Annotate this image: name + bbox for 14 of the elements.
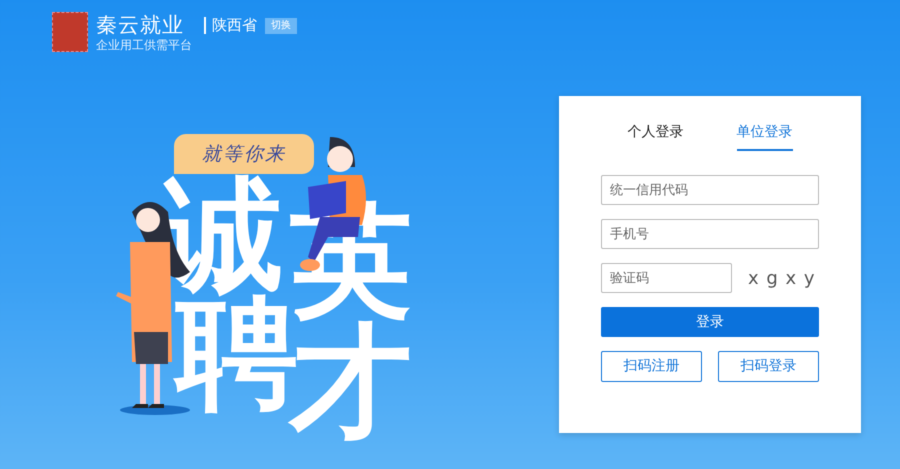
captcha-input-field[interactable]: 验证码 — [601, 263, 732, 293]
input-field[interactable]: 手机号 — [601, 219, 819, 249]
captcha-code: x g x y — [748, 266, 816, 290]
scan-code-button[interactable]: 扫码注册 — [601, 351, 702, 382]
scan-code-button[interactable]: 扫码登录 — [718, 351, 819, 382]
login-button[interactable]: 登录 — [601, 307, 819, 337]
tagline-banner: 就等你来 — [174, 134, 314, 174]
input-field[interactable]: 统一信用代码 — [601, 175, 819, 205]
brand-title: 秦云就业 — [96, 12, 185, 38]
seal-logo-icon — [52, 12, 88, 52]
region-label: 陕西省 — [204, 17, 257, 34]
brand-subtitle: 企业用工供需平台 — [96, 38, 192, 52]
login-tab[interactable]: 单位登录 — [736, 120, 792, 151]
login-tab[interactable]: 个人登录 — [628, 120, 684, 151]
